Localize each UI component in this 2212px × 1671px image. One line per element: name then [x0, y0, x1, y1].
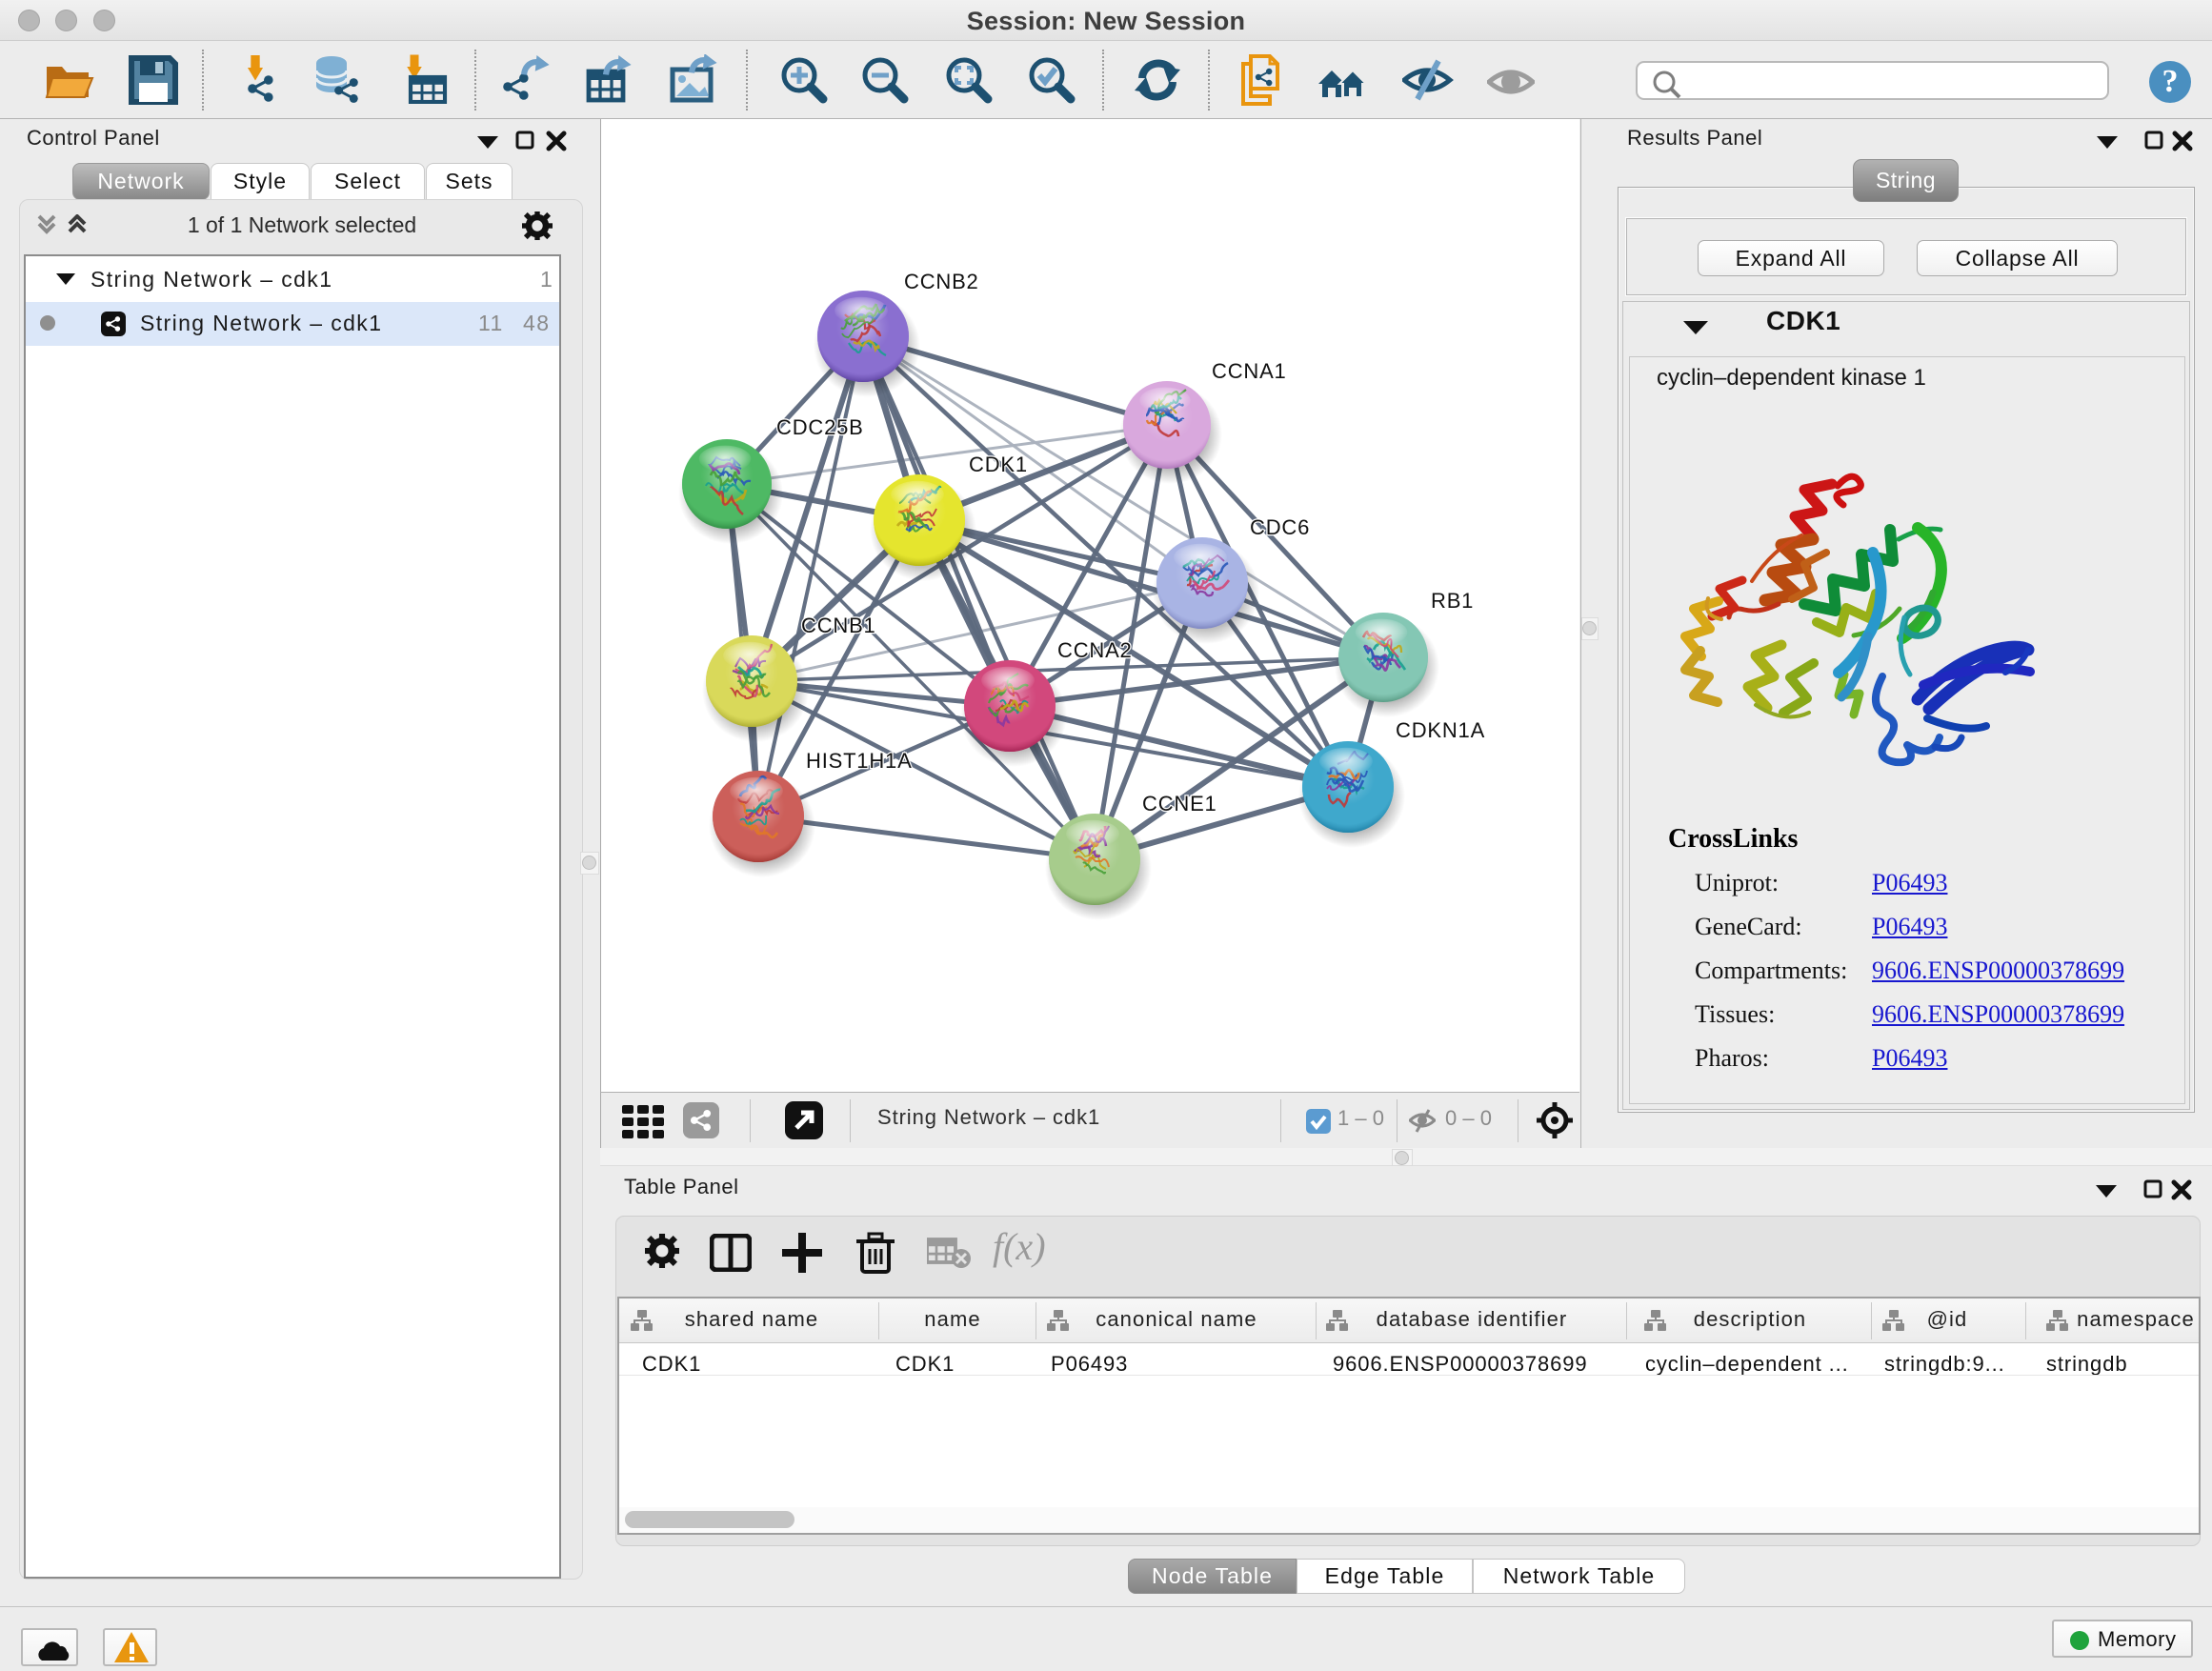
svg-text:HIST1H1A: HIST1H1A	[806, 749, 913, 773]
svg-text:CDK1: CDK1	[969, 453, 1028, 476]
svg-text:CCNE1: CCNE1	[1142, 792, 1217, 815]
svg-text:CCNA1: CCNA1	[1212, 359, 1287, 383]
svg-text:CDKN1A: CDKN1A	[1396, 718, 1485, 742]
svg-text:CCNB2: CCNB2	[904, 270, 979, 293]
svg-text:?: ?	[2162, 64, 2179, 99]
svg-text:CDC6: CDC6	[1250, 515, 1310, 539]
svg-text:CCNB1: CCNB1	[801, 614, 876, 637]
svg-text:CCNA2: CCNA2	[1057, 638, 1133, 662]
svg-text:CDC25B: CDC25B	[776, 415, 864, 439]
svg-text:RB1: RB1	[1431, 589, 1474, 613]
